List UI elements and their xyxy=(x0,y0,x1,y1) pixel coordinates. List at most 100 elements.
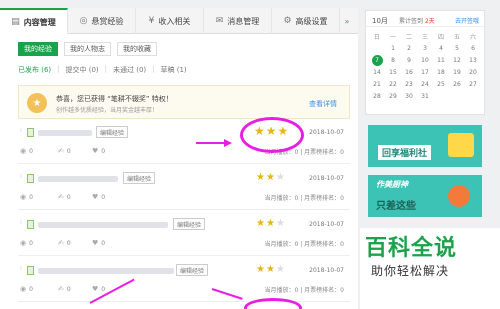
calendar-day[interactable]: 12 xyxy=(449,54,465,66)
calendar-day xyxy=(369,42,385,54)
vote-icon: ✍ xyxy=(58,239,64,247)
tabs-more-button[interactable]: » xyxy=(340,8,354,34)
like-count: 0 xyxy=(101,193,106,201)
notice-title: 恭喜，您已获得 “笔耕不辍奖” 特权！ xyxy=(56,95,173,103)
calendar-day[interactable]: 26 xyxy=(449,78,465,90)
calendar-day[interactable]: 25 xyxy=(433,78,449,90)
filter-divider: | xyxy=(152,65,155,73)
star-icon: ★ xyxy=(256,218,266,229)
content-icon: ▤ xyxy=(11,17,20,27)
calendar-day[interactable]: 19 xyxy=(449,66,465,78)
filter-drafts[interactable]: 草稿 (1) xyxy=(161,65,187,75)
blurred-title[interactable] xyxy=(38,222,168,228)
cooking-banner-subtitle: 只差这些 xyxy=(376,201,416,212)
calendar-day[interactable]: 4 xyxy=(433,42,449,54)
vote-count: 0 xyxy=(66,285,71,293)
cooking-banner-title: 作美厨神 xyxy=(376,180,408,189)
drag-handle-icon[interactable]: ⁞ xyxy=(20,174,24,183)
calendar-day[interactable]: 23 xyxy=(401,78,417,90)
blurred-title[interactable] xyxy=(38,130,92,136)
tab-income[interactable]: ¥ 收入相关 xyxy=(136,8,204,34)
calendar-day[interactable]: 21 xyxy=(369,78,385,90)
calendar-day[interactable]: 8 xyxy=(385,54,401,66)
rating-stars: ★★★ xyxy=(256,172,286,183)
calendar-grid: 日一二三四五六 1 2 3 4 5 6 7 8 9 10 11 12 13 14 15 16 17 18 19 20 21… xyxy=(369,30,481,102)
open-sign-link[interactable]: 去开签哦 xyxy=(455,16,479,25)
top-tabs: ▤ 内容管理 ◎ 悬赏经验 ¥ 收入相关 ✉ 消息管理 ⚙ 高级设置 » xyxy=(0,8,358,34)
star-icon: ★ xyxy=(256,264,266,275)
edit-experience-button[interactable]: 编辑经验 xyxy=(173,218,206,230)
calendar-day[interactable]: 3 xyxy=(417,42,433,54)
calendar-day[interactable]: 6 xyxy=(465,42,481,54)
blurred-title[interactable] xyxy=(38,268,174,274)
subtab-my-profiles[interactable]: 我的人物志 xyxy=(64,42,111,56)
calendar-day[interactable]: 5 xyxy=(449,42,465,54)
heart-icon: ♥ xyxy=(92,193,99,201)
calendar-day[interactable]: 17 xyxy=(417,66,433,78)
edit-experience-button[interactable]: 编辑经验 xyxy=(176,264,209,276)
edit-experience-button[interactable]: 编辑经验 xyxy=(123,172,156,184)
sign-days: 2天 xyxy=(424,18,435,25)
calendar-day[interactable]: 18 xyxy=(433,66,449,78)
blurred-title[interactable] xyxy=(38,176,118,182)
filter-submitted[interactable]: 提交中 (0) xyxy=(66,65,99,75)
star-empty-icon: ★ xyxy=(275,172,286,183)
subtab-my-experience[interactable]: 我的经验 xyxy=(18,42,58,56)
filter-rejected[interactable]: 未通过 (0) xyxy=(113,65,146,75)
calendar-day[interactable]: 31 xyxy=(417,90,433,102)
tab-messages[interactable]: ✉ 消息管理 xyxy=(204,8,272,34)
calendar-day[interactable]: 1 xyxy=(385,42,401,54)
cooking-banner[interactable]: 作美厨神 只差这些 xyxy=(368,175,482,217)
table-row: ⁞ 编辑经验 ★★★ 2018-10-07 ◉ 0 ✍ 0 ♥ 0 当月播放：0 | … xyxy=(18,214,350,256)
vote-icon: ✍ xyxy=(58,285,64,293)
calendar-weekday: 五 xyxy=(453,33,460,41)
calendar-day[interactable]: 27 xyxy=(465,78,481,90)
annotation-arrow xyxy=(196,142,226,144)
calendar-day[interactable]: 15 xyxy=(385,66,401,78)
star-icon: ★ xyxy=(265,218,276,229)
publish-date: 2018-10-07 xyxy=(309,267,344,274)
subtab-my-favorites[interactable]: 我的收藏 xyxy=(117,42,157,56)
calendar-day[interactable]: 22 xyxy=(385,78,401,90)
calendar-day[interactable]: 10 xyxy=(417,54,433,66)
calendar-day[interactable]: 24 xyxy=(417,78,433,90)
award-notice: ★ 恭喜，您已获得 “笔耕不辍奖” 特权！ 创作越多优质经验，当月奖金越丰厚！ … xyxy=(18,85,350,119)
filter-divider: | xyxy=(104,65,107,73)
drag-handle-icon[interactable]: ⁞ xyxy=(20,266,24,275)
calendar-day[interactable]: 7 xyxy=(371,54,383,66)
annotation-arrow-head xyxy=(224,139,232,147)
tab-settings[interactable]: ⚙ 高级设置 xyxy=(272,8,340,34)
calendar-day[interactable]: 30 xyxy=(401,90,417,102)
welfare-banner[interactable]: 回享福利社 xyxy=(368,125,482,167)
watermark-title: 百科全说 xyxy=(365,236,458,261)
tab-content[interactable]: ▤ 内容管理 xyxy=(0,8,68,34)
welfare-banner-text: 回享福利社 xyxy=(378,145,432,160)
publish-date: 2018-10-07 xyxy=(309,175,344,182)
view-details-link[interactable]: 查看详情 xyxy=(309,99,337,109)
document-icon xyxy=(27,128,34,137)
calendar-day[interactable]: 28 xyxy=(369,90,385,102)
settings-icon: ⚙ xyxy=(283,16,292,26)
calendar-weekday: 六 xyxy=(469,33,476,41)
calendar-day xyxy=(433,90,449,102)
calendar-day[interactable]: 13 xyxy=(465,54,481,66)
annotation-ring xyxy=(240,117,304,153)
calendar-day[interactable]: 11 xyxy=(433,54,449,66)
calendar-day[interactable]: 16 xyxy=(401,66,417,78)
view-count: 0 xyxy=(29,193,33,201)
sign-summary: 累计签到 2天 xyxy=(399,16,435,25)
star-icon: ★ xyxy=(265,172,276,183)
filter-published[interactable]: 已发布 (6) xyxy=(18,65,51,75)
calendar-day[interactable]: 14 xyxy=(369,66,385,78)
drag-handle-icon[interactable]: ⁞ xyxy=(20,128,24,137)
tab-bounty[interactable]: ◎ 悬赏经验 xyxy=(68,8,136,34)
calendar-day[interactable]: 20 xyxy=(465,66,481,78)
edit-experience-button[interactable]: 编辑经验 xyxy=(96,126,129,138)
calendar-day[interactable]: 2 xyxy=(401,42,417,54)
sign-in-calendar: 10月 累计签到 2天 去开签哦 日一二三四五六 1 2 3 4 5 6 7 8 9 10 11 12 1… xyxy=(365,10,485,115)
watermark-subtitle: 助你轻松解决 xyxy=(371,264,450,278)
calendar-day[interactable]: 29 xyxy=(385,90,401,102)
calendar-day[interactable]: 9 xyxy=(401,54,417,66)
drag-handle-icon[interactable]: ⁞ xyxy=(20,220,24,229)
document-icon xyxy=(27,220,34,229)
